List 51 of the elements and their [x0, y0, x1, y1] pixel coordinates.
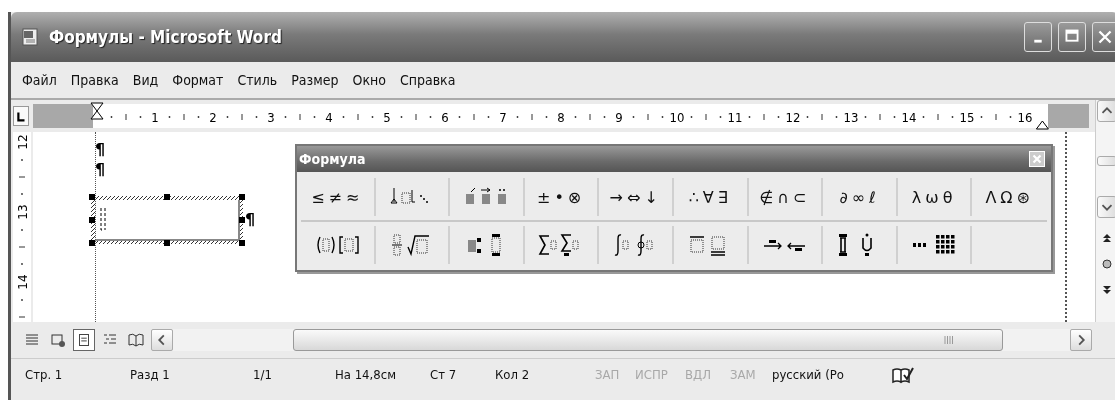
ruler-number: 16 — [1017, 110, 1033, 125]
ruler-number: 13 — [843, 110, 859, 125]
ruler-number: 15 — [959, 110, 975, 125]
ruler-number: 10 — [669, 110, 685, 125]
paragraph-mark: ¶ — [245, 210, 256, 230]
ruler-number: 9 — [615, 110, 623, 125]
status-text: русский (Ро — [772, 367, 845, 382]
ruler-number: 14 — [901, 110, 917, 125]
menu-item[interactable]: Формат — [165, 69, 231, 91]
ruler-number: 2 — [209, 110, 217, 125]
symbol-palette-button[interactable]: ≤≠≈ — [308, 185, 367, 209]
ruler-number: 7 — [499, 110, 507, 125]
ruler-number: 11 — [727, 110, 743, 125]
symbol-palette-button[interactable]: ∉∩⊂ — [756, 185, 814, 209]
menu-item[interactable]: Справка — [392, 69, 463, 91]
ruler-number: 12 — [16, 134, 30, 150]
ruler-number: 14 — [16, 274, 30, 290]
symbol-palette-button[interactable]: ∂∞ℓ — [836, 185, 883, 209]
ruler-number: 6 — [441, 110, 449, 125]
menu-item[interactable]: Стиль — [230, 69, 285, 91]
ruler-number: 8 — [557, 110, 565, 125]
status-text: ЗАМ — [730, 367, 757, 382]
status-text: Разд 1 — [130, 367, 171, 382]
menu-item[interactable]: Вид — [125, 69, 166, 91]
menu-item[interactable]: Файл — [15, 69, 64, 91]
status-text: На 14,8см — [335, 367, 397, 382]
symbol-palette-button[interactable]: ∴∀∃ — [685, 185, 735, 209]
ruler-number: 1 — [151, 110, 159, 125]
status-text: Кол 2 — [495, 367, 531, 382]
status-text: Стр. 1 — [25, 367, 64, 382]
paragraph-mark: ¶ — [95, 160, 106, 180]
ruler-number: 4 — [325, 110, 333, 125]
symbol-palette-button[interactable]: →⇔↓ — [606, 185, 665, 209]
ruler-number: 5 — [383, 110, 391, 125]
palette-title: Формула — [299, 151, 366, 167]
ruler-number: 3 — [267, 110, 275, 125]
symbol-palette-button[interactable]: λωθ — [908, 185, 960, 209]
symbol-palette-button[interactable]: ΛΩ⊛ — [982, 185, 1037, 209]
symbol-palette-button[interactable]: ±•⊗ — [533, 185, 589, 209]
ruler-number: 13 — [16, 204, 30, 220]
status-text: ЗАП — [595, 367, 621, 382]
status-text: 1/1 — [253, 367, 273, 382]
menu-item[interactable]: Окно — [345, 69, 393, 91]
status-text: ВДЛ — [685, 367, 712, 382]
status-text: Ст 7 — [430, 367, 458, 382]
ruler-number: 12 — [785, 110, 801, 125]
menu-item[interactable]: Правка — [63, 69, 126, 91]
paragraph-mark: ¶ — [95, 140, 106, 160]
window-title: Формулы - Microsoft Word — [49, 27, 283, 47]
menu-item[interactable]: Размер — [284, 69, 346, 91]
status-text: ИСПР — [635, 367, 669, 382]
